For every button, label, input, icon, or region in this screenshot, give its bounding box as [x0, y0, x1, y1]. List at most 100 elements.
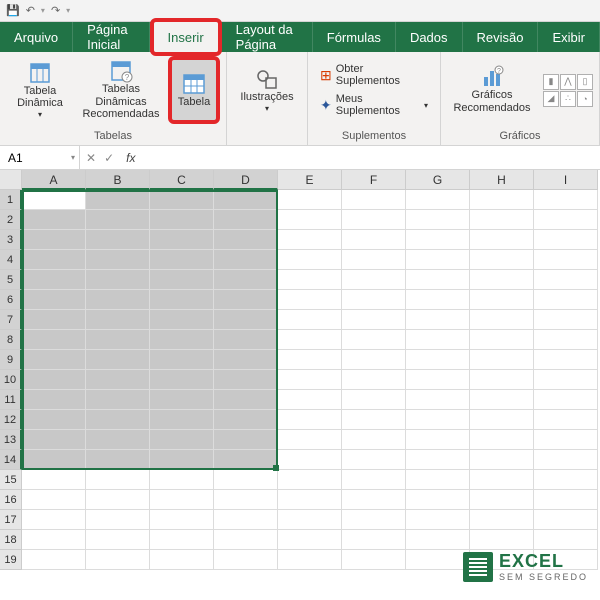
cell[interactable]: [86, 250, 150, 270]
cell[interactable]: [470, 390, 534, 410]
cell[interactable]: [406, 470, 470, 490]
cell[interactable]: [22, 230, 86, 250]
cell[interactable]: [342, 450, 406, 470]
row-header[interactable]: 9: [0, 350, 22, 370]
cell[interactable]: [406, 450, 470, 470]
cell[interactable]: [150, 230, 214, 250]
cell[interactable]: [534, 470, 598, 490]
cell[interactable]: [86, 550, 150, 570]
cell[interactable]: [22, 210, 86, 230]
cell[interactable]: [278, 350, 342, 370]
cell[interactable]: [342, 290, 406, 310]
cell[interactable]: [150, 370, 214, 390]
formula-input[interactable]: [141, 146, 600, 169]
cell[interactable]: [406, 490, 470, 510]
fx-icon[interactable]: fx: [126, 151, 135, 165]
cell[interactable]: [342, 490, 406, 510]
cell[interactable]: [342, 230, 406, 250]
row-header[interactable]: 10: [0, 370, 22, 390]
cell[interactable]: [22, 270, 86, 290]
cell[interactable]: [278, 210, 342, 230]
cell[interactable]: [86, 450, 150, 470]
cell[interactable]: [86, 270, 150, 290]
cell[interactable]: [278, 390, 342, 410]
cell[interactable]: [470, 490, 534, 510]
cell[interactable]: [470, 290, 534, 310]
cell[interactable]: [150, 430, 214, 450]
tab-revisao[interactable]: Revisão: [463, 22, 539, 52]
cell[interactable]: [86, 470, 150, 490]
row-header[interactable]: 4: [0, 250, 22, 270]
cell[interactable]: [214, 250, 278, 270]
row-header[interactable]: 13: [0, 430, 22, 450]
row-header[interactable]: 12: [0, 410, 22, 430]
cell[interactable]: [406, 310, 470, 330]
cell[interactable]: [278, 230, 342, 250]
cell[interactable]: [470, 310, 534, 330]
cell[interactable]: [470, 350, 534, 370]
cell[interactable]: [406, 190, 470, 210]
column-header[interactable]: G: [406, 170, 470, 190]
cell[interactable]: [406, 210, 470, 230]
cell[interactable]: [342, 370, 406, 390]
chart-type-pie-button[interactable]: ◔: [577, 91, 593, 107]
cancel-icon[interactable]: ✕: [86, 151, 96, 165]
cell[interactable]: [150, 530, 214, 550]
cell[interactable]: [86, 410, 150, 430]
cell[interactable]: [22, 190, 86, 210]
cell[interactable]: [470, 270, 534, 290]
cell[interactable]: [534, 310, 598, 330]
cell[interactable]: [22, 410, 86, 430]
column-header[interactable]: H: [470, 170, 534, 190]
cell[interactable]: [406, 250, 470, 270]
cell[interactable]: [214, 210, 278, 230]
cell[interactable]: [150, 210, 214, 230]
cell[interactable]: [534, 490, 598, 510]
undo-dropdown-icon[interactable]: ▾: [41, 6, 45, 15]
cell[interactable]: [22, 350, 86, 370]
cell[interactable]: [214, 350, 278, 370]
row-header[interactable]: 19: [0, 550, 22, 570]
tab-dados[interactable]: Dados: [396, 22, 463, 52]
row-header[interactable]: 14: [0, 450, 22, 470]
row-header[interactable]: 7: [0, 310, 22, 330]
cell[interactable]: [470, 530, 534, 550]
row-header[interactable]: 1: [0, 190, 22, 210]
cell[interactable]: [278, 410, 342, 430]
cell[interactable]: [534, 430, 598, 450]
cell[interactable]: [22, 330, 86, 350]
cell[interactable]: [278, 530, 342, 550]
cell[interactable]: [342, 430, 406, 450]
cell[interactable]: [406, 350, 470, 370]
cell[interactable]: [278, 370, 342, 390]
chart-type-bar-button[interactable]: ▮: [543, 74, 559, 90]
cell[interactable]: [278, 450, 342, 470]
cell[interactable]: [470, 430, 534, 450]
cell[interactable]: [86, 510, 150, 530]
cell[interactable]: [86, 530, 150, 550]
cell[interactable]: [278, 330, 342, 350]
cell[interactable]: [214, 550, 278, 570]
tab-formulas[interactable]: Fórmulas: [313, 22, 396, 52]
cell[interactable]: [22, 290, 86, 310]
tab-layout[interactable]: Layout da Página: [222, 22, 313, 52]
cell[interactable]: [214, 490, 278, 510]
cell[interactable]: [150, 250, 214, 270]
cell[interactable]: [470, 370, 534, 390]
name-box-dropdown-icon[interactable]: ▾: [71, 153, 75, 162]
cell[interactable]: [534, 450, 598, 470]
cell[interactable]: [406, 410, 470, 430]
cell[interactable]: [86, 350, 150, 370]
cell[interactable]: [86, 330, 150, 350]
cell[interactable]: [406, 390, 470, 410]
cell[interactable]: [150, 450, 214, 470]
cell[interactable]: [22, 450, 86, 470]
tab-inserir[interactable]: Inserir: [150, 18, 222, 56]
select-all-corner[interactable]: [0, 170, 22, 190]
cell[interactable]: [406, 510, 470, 530]
undo-icon[interactable]: ↶: [26, 4, 35, 17]
cell[interactable]: [22, 530, 86, 550]
chart-type-column-button[interactable]: ▯: [577, 74, 593, 90]
cell[interactable]: [150, 470, 214, 490]
cell[interactable]: [22, 250, 86, 270]
